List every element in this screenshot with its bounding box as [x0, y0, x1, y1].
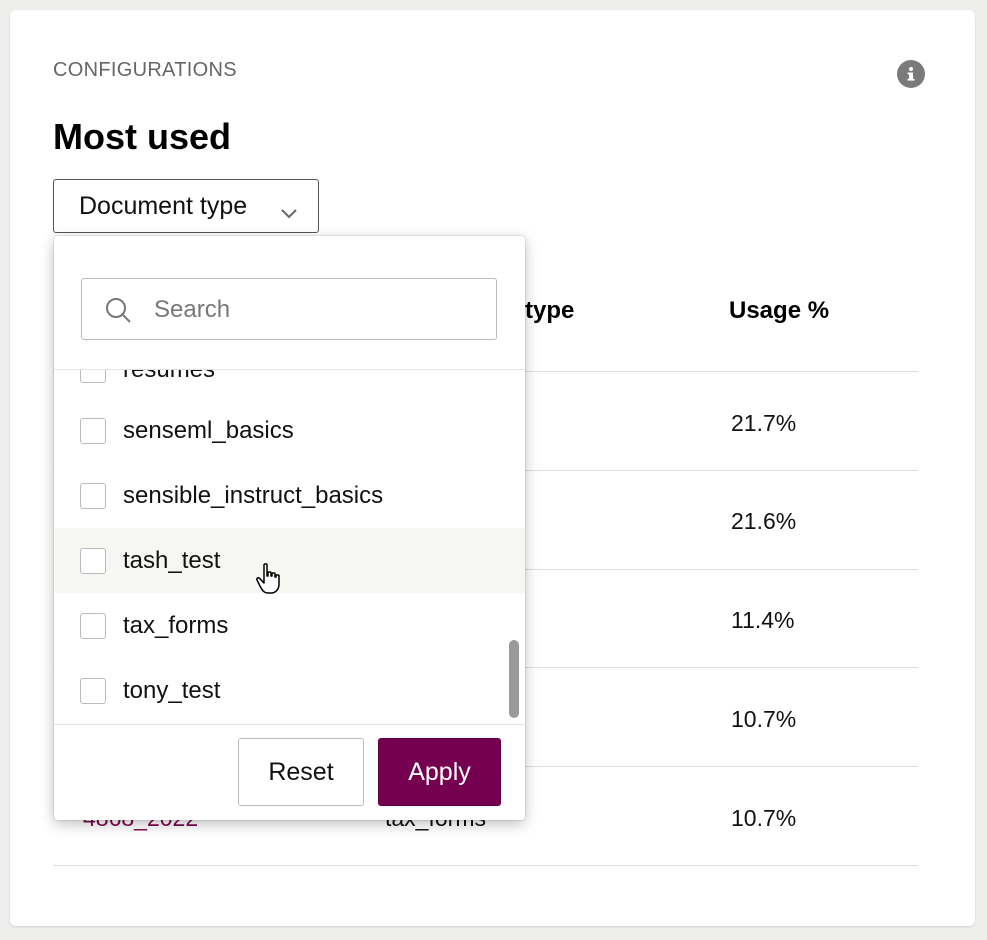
reset-button[interactable]: Reset: [238, 738, 364, 806]
usage-cell: 21.6%: [731, 508, 797, 534]
usage-cell: 21.7%: [731, 410, 797, 436]
option-label: tash_test: [123, 546, 221, 574]
option-tony-test[interactable]: tony_test: [54, 658, 525, 723]
document-type-filter-button[interactable]: Document type: [53, 179, 319, 233]
option-label: resumes: [123, 369, 216, 383]
search-placeholder: Search: [154, 296, 231, 323]
option-tax-forms[interactable]: tax_forms: [54, 593, 525, 658]
option-label: tony_test: [123, 676, 221, 704]
option-label: tax_forms: [123, 611, 229, 639]
checkbox[interactable]: [80, 417, 106, 444]
hand-cursor-icon: [255, 562, 285, 601]
option-tash-test[interactable]: tash_test: [54, 528, 525, 593]
scrollbar-thumb[interactable]: [509, 640, 519, 718]
option-label: senseml_basics: [123, 416, 294, 444]
section-eyebrow: CONFIGURATIONS: [53, 59, 237, 81]
apply-button[interactable]: Apply: [378, 738, 501, 806]
usage-cell: 10.7%: [731, 805, 797, 831]
document-type-dropdown: Search resumes senseml_basics sensible_i…: [54, 236, 525, 820]
search-icon: [104, 296, 132, 329]
checkbox[interactable]: [80, 677, 106, 704]
options-list[interactable]: resumes senseml_basics sensible_instruct…: [54, 369, 525, 725]
checkbox[interactable]: [80, 482, 106, 509]
page-title: Most used: [53, 116, 232, 157]
checkbox[interactable]: [80, 370, 106, 383]
option-label: sensible_instruct_basics: [123, 481, 384, 509]
option-senseml-basics[interactable]: senseml_basics: [54, 398, 525, 463]
checkbox[interactable]: [80, 547, 106, 574]
dropdown-footer: Reset Apply: [54, 724, 525, 820]
checkbox[interactable]: [80, 612, 106, 639]
info-icon[interactable]: [897, 60, 925, 88]
filter-label: Document type: [79, 191, 248, 220]
usage-cell: 10.7%: [731, 706, 797, 732]
option-sensible-instruct-basics[interactable]: sensible_instruct_basics: [54, 463, 525, 528]
column-header-type[interactable]: type: [525, 297, 574, 325]
chevron-down-icon: [280, 198, 298, 227]
column-header-usage[interactable]: Usage %: [729, 297, 829, 325]
search-input[interactable]: Search: [81, 278, 497, 340]
usage-cell: 11.4%: [731, 607, 795, 633]
table-divider: [53, 865, 918, 866]
